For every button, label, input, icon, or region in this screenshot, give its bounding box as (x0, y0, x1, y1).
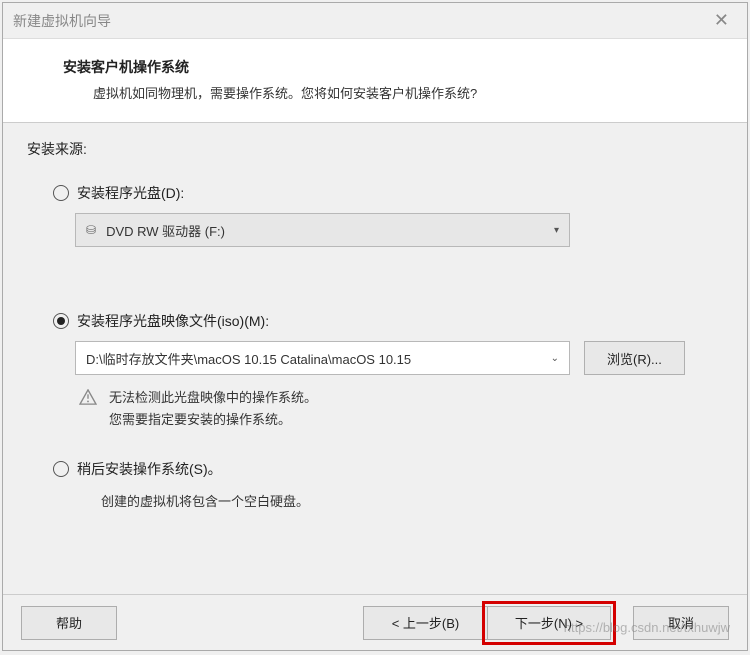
radio-option-disc[interactable]: 安装程序光盘(D): (53, 183, 723, 203)
iso-path-row: D:\临时存放文件夹\macOS 10.15 Catalina\macOS 10… (75, 341, 723, 375)
radio-group: 安装程序光盘(D): ⛁ DVD RW 驱动器 (F:) ▾ 安装程序光盘映像文… (53, 183, 723, 510)
back-button[interactable]: < 上一步(B) (363, 606, 487, 640)
close-icon[interactable]: ✕ (706, 6, 737, 35)
button-bar: 帮助 < 上一步(B) 下一步(N) > 取消 (3, 594, 747, 650)
iso-path-select[interactable]: D:\临时存放文件夹\macOS 10.15 Catalina\macOS 10… (75, 341, 570, 375)
warning-text: 无法检测此光盘映像中的操作系统。 您需要指定要安装的操作系统。 (109, 387, 317, 431)
chevron-down-icon: ⌄ (551, 353, 559, 364)
window-title: 新建虚拟机向导 (13, 11, 111, 31)
disc-drive-select[interactable]: ⛁ DVD RW 驱动器 (F:) ▾ (75, 213, 570, 247)
content-area: 安装来源: 安装程序光盘(D): ⛁ DVD RW 驱动器 (F:) ▾ 安装程… (3, 123, 747, 594)
wizard-window: 新建虚拟机向导 ✕ 安装客户机操作系统 虚拟机如同物理机，需要操作系统。您将如何… (2, 2, 748, 651)
help-button[interactable]: 帮助 (21, 606, 117, 640)
warning-line2: 您需要指定要安装的操作系统。 (109, 409, 317, 431)
browse-button[interactable]: 浏览(R)... (584, 341, 685, 375)
header-section: 安装客户机操作系统 虚拟机如同物理机，需要操作系统。您将如何安装客户机操作系统? (3, 39, 747, 123)
disc-drive-value: DVD RW 驱动器 (F:) (106, 221, 225, 240)
source-label: 安装来源: (27, 139, 723, 159)
iso-warning: 无法检测此光盘映像中的操作系统。 您需要指定要安装的操作系统。 (79, 387, 723, 431)
radio-option-later[interactable]: 稍后安装操作系统(S)。 (53, 459, 723, 479)
radio-icon (53, 461, 69, 477)
chevron-down-icon: ▾ (554, 225, 559, 236)
radio-option-iso[interactable]: 安装程序光盘映像文件(iso)(M): (53, 311, 723, 331)
cancel-button[interactable]: 取消 (633, 606, 729, 640)
radio-icon (53, 185, 69, 201)
page-subtitle: 虚拟机如同物理机，需要操作系统。您将如何安装客户机操作系统? (93, 83, 723, 102)
disc-dropdown-row: ⛁ DVD RW 驱动器 (F:) ▾ (75, 213, 723, 247)
next-button[interactable]: 下一步(N) > (487, 606, 611, 640)
warning-icon (79, 389, 97, 405)
later-description: 创建的虚拟机将包含一个空白硬盘。 (101, 491, 723, 510)
iso-path-value: D:\临时存放文件夹\macOS 10.15 Catalina\macOS 10… (86, 349, 411, 368)
page-title: 安装客户机操作系统 (63, 57, 723, 77)
radio-label-iso: 安装程序光盘映像文件(iso)(M): (77, 311, 269, 331)
titlebar: 新建虚拟机向导 ✕ (3, 3, 747, 39)
radio-label-disc: 安装程序光盘(D): (77, 183, 184, 203)
warning-line1: 无法检测此光盘映像中的操作系统。 (109, 387, 317, 409)
radio-icon (53, 313, 69, 329)
radio-label-later: 稍后安装操作系统(S)。 (77, 459, 222, 479)
disc-icon: ⛁ (86, 223, 96, 237)
